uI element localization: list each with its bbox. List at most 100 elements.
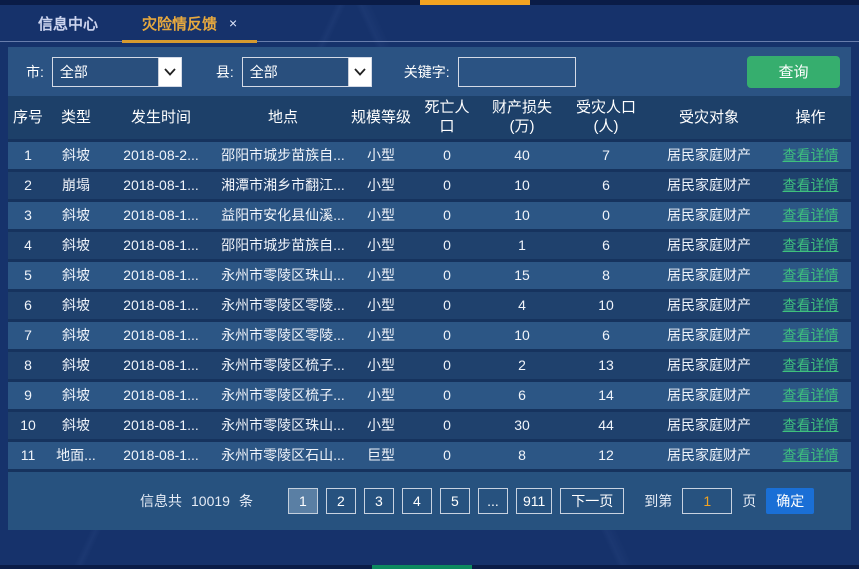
table-cell: 0 xyxy=(414,380,480,410)
county-select[interactable]: 全部 xyxy=(242,57,372,87)
table-cell-action: 查看详情 xyxy=(770,140,851,170)
page-button[interactable]: 2 xyxy=(326,488,356,514)
table-cell: 2018-08-1... xyxy=(104,410,218,440)
table-cell: 斜坡 xyxy=(48,200,104,230)
page-button[interactable]: 911 xyxy=(516,488,552,514)
table-cell: 4 xyxy=(480,290,564,320)
table-cell: 永州市零陵区石山... xyxy=(218,440,348,470)
total-suffix: 条 xyxy=(239,491,253,511)
table-cell: 崩塌 xyxy=(48,170,104,200)
table-cell: 6 xyxy=(564,320,648,350)
view-detail-link[interactable]: 查看详情 xyxy=(783,177,839,193)
view-detail-link[interactable]: 查看详情 xyxy=(783,357,839,373)
table-cell: 3 xyxy=(8,200,48,230)
page-button[interactable]: 4 xyxy=(402,488,432,514)
tab-bar: 信息中心 灾险情反馈 × xyxy=(0,5,859,42)
table-cell: 10 xyxy=(480,170,564,200)
table-row: 3斜坡2018-08-1...益阳市安化县仙溪...小型0100居民家庭财产查看… xyxy=(8,200,851,230)
table-cell: 10 xyxy=(480,200,564,230)
table-cell: 44 xyxy=(564,410,648,440)
table-cell: 居民家庭财产 xyxy=(648,320,770,350)
table-cell: 7 xyxy=(564,140,648,170)
table-cell: 5 xyxy=(8,260,48,290)
table-cell: 40 xyxy=(480,140,564,170)
table-cell: 邵阳市城步苗族自... xyxy=(218,140,348,170)
table-cell: 居民家庭财产 xyxy=(648,440,770,470)
table-cell: 斜坡 xyxy=(48,140,104,170)
table-row: 8斜坡2018-08-1...永州市零陵区梳子...小型0213居民家庭财产查看… xyxy=(8,350,851,380)
table-row: 7斜坡2018-08-1...永州市零陵区零陵...小型0106居民家庭财产查看… xyxy=(8,320,851,350)
view-detail-link[interactable]: 查看详情 xyxy=(783,387,839,403)
table-cell: 0 xyxy=(414,140,480,170)
table-cell: 居民家庭财产 xyxy=(648,350,770,380)
view-detail-link[interactable]: 查看详情 xyxy=(783,297,839,313)
table-cell: 6 xyxy=(564,170,648,200)
table-cell: 2018-08-1... xyxy=(104,230,218,260)
table-cell-action: 查看详情 xyxy=(770,170,851,200)
table-cell: 12 xyxy=(564,440,648,470)
table-cell: 0 xyxy=(414,170,480,200)
table-cell: 0 xyxy=(564,200,648,230)
page-button[interactable]: 5 xyxy=(440,488,470,514)
bottom-strip xyxy=(0,565,859,569)
table-cell: 2018-08-1... xyxy=(104,320,218,350)
table-cell: 2018-08-1... xyxy=(104,260,218,290)
feedback-table: 序号类型发生时间地点规模等级死亡人 口财产损失 (万)受灾人口 (人)受灾对象操… xyxy=(8,96,851,472)
page-button[interactable]: 1 xyxy=(288,488,318,514)
table-cell: 0 xyxy=(414,320,480,350)
table-cell: 邵阳市城步苗族自... xyxy=(218,230,348,260)
view-detail-link[interactable]: 查看详情 xyxy=(783,417,839,433)
table-cell: 0 xyxy=(414,440,480,470)
page-button[interactable]: ... xyxy=(478,488,508,514)
chevron-down-icon xyxy=(348,58,371,86)
table-cell: 益阳市安化县仙溪... xyxy=(218,200,348,230)
keyword-input[interactable] xyxy=(458,57,576,87)
column-header: 序号 xyxy=(8,96,48,140)
table-cell: 湘潭市湘乡市翻江... xyxy=(218,170,348,200)
table-cell: 永州市零陵区珠山... xyxy=(218,410,348,440)
table-cell: 10 xyxy=(8,410,48,440)
table-cell: 小型 xyxy=(348,350,414,380)
total-prefix: 信息共 xyxy=(140,491,182,511)
page-number-input[interactable] xyxy=(682,488,732,514)
table-cell-action: 查看详情 xyxy=(770,200,851,230)
table-cell-action: 查看详情 xyxy=(770,290,851,320)
table-cell: 8 xyxy=(8,350,48,380)
table-cell: 永州市零陵区梳子... xyxy=(218,380,348,410)
tab-disaster-feedback[interactable]: 灾险情反馈 × xyxy=(120,5,259,41)
table-cell: 2018-08-2... xyxy=(104,140,218,170)
city-select[interactable]: 全部 xyxy=(52,57,182,87)
table-cell: 居民家庭财产 xyxy=(648,170,770,200)
table-row: 4斜坡2018-08-1...邵阳市城步苗族自...小型016居民家庭财产查看详… xyxy=(8,230,851,260)
table-cell: 小型 xyxy=(348,380,414,410)
column-header: 受灾对象 xyxy=(648,96,770,140)
view-detail-link[interactable]: 查看详情 xyxy=(783,237,839,253)
page-button[interactable]: 3 xyxy=(364,488,394,514)
chevron-down-icon xyxy=(158,58,181,86)
table-cell: 居民家庭财产 xyxy=(648,410,770,440)
filter-bar: 市: 全部 县: 全部 关键字: 查询 xyxy=(8,47,851,96)
confirm-button[interactable]: 确定 xyxy=(766,488,814,514)
search-button[interactable]: 查询 xyxy=(747,56,840,88)
view-detail-link[interactable]: 查看详情 xyxy=(783,327,839,343)
column-header: 地点 xyxy=(218,96,348,140)
table-cell: 1 xyxy=(8,140,48,170)
table-cell: 0 xyxy=(414,290,480,320)
close-icon[interactable]: × xyxy=(229,15,237,31)
table-cell: 居民家庭财产 xyxy=(648,200,770,230)
view-detail-link[interactable]: 查看详情 xyxy=(783,267,839,283)
goto-page-suffix: 页 xyxy=(742,491,756,511)
tab-label: 灾险情反馈 xyxy=(142,13,217,34)
next-page-button[interactable]: 下一页 xyxy=(560,488,624,514)
table-cell: 4 xyxy=(8,230,48,260)
tab-info-center[interactable]: 信息中心 xyxy=(16,5,120,41)
table-cell: 0 xyxy=(414,200,480,230)
view-detail-link[interactable]: 查看详情 xyxy=(783,447,839,463)
table-cell: 居民家庭财产 xyxy=(648,260,770,290)
column-header: 规模等级 xyxy=(348,96,414,140)
table-cell: 1 xyxy=(480,230,564,260)
table-cell-action: 查看详情 xyxy=(770,380,851,410)
view-detail-link[interactable]: 查看详情 xyxy=(783,207,839,223)
table-cell: 永州市零陵区零陵... xyxy=(218,320,348,350)
view-detail-link[interactable]: 查看详情 xyxy=(783,147,839,163)
